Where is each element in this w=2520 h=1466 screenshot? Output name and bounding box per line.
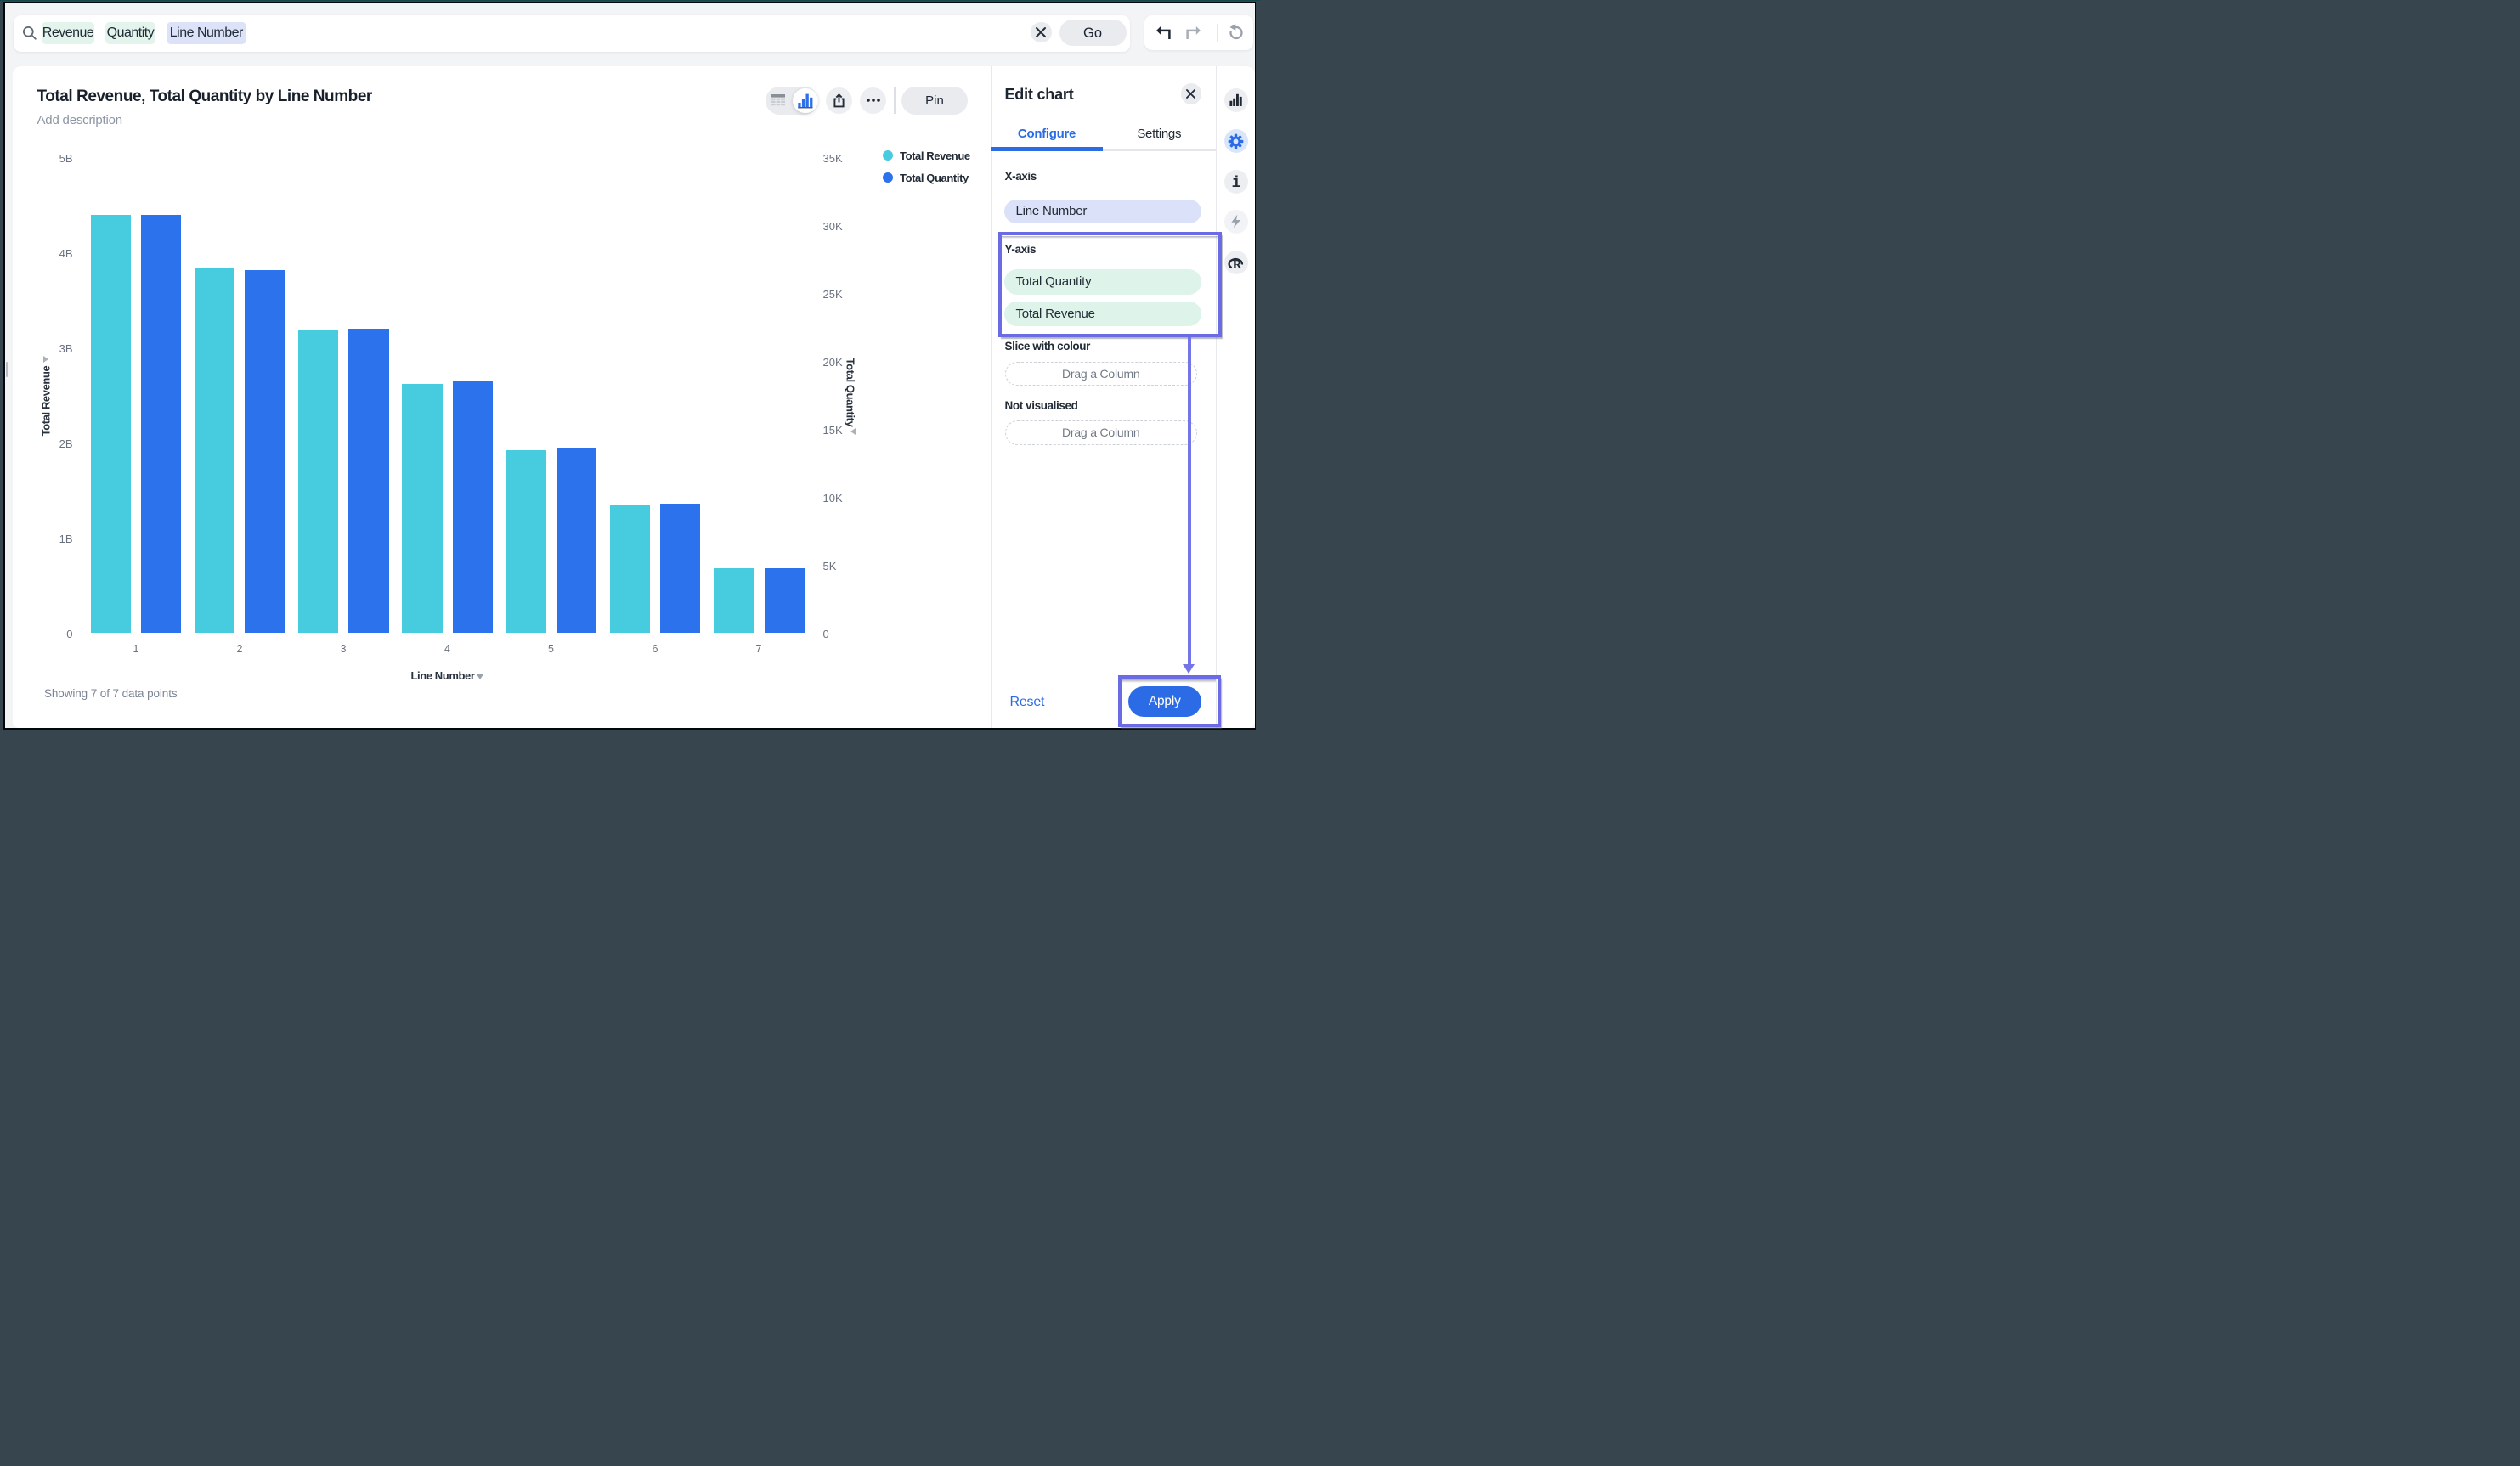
svg-text:R: R bbox=[1232, 258, 1241, 271]
svg-text:i: i bbox=[1231, 175, 1240, 189]
